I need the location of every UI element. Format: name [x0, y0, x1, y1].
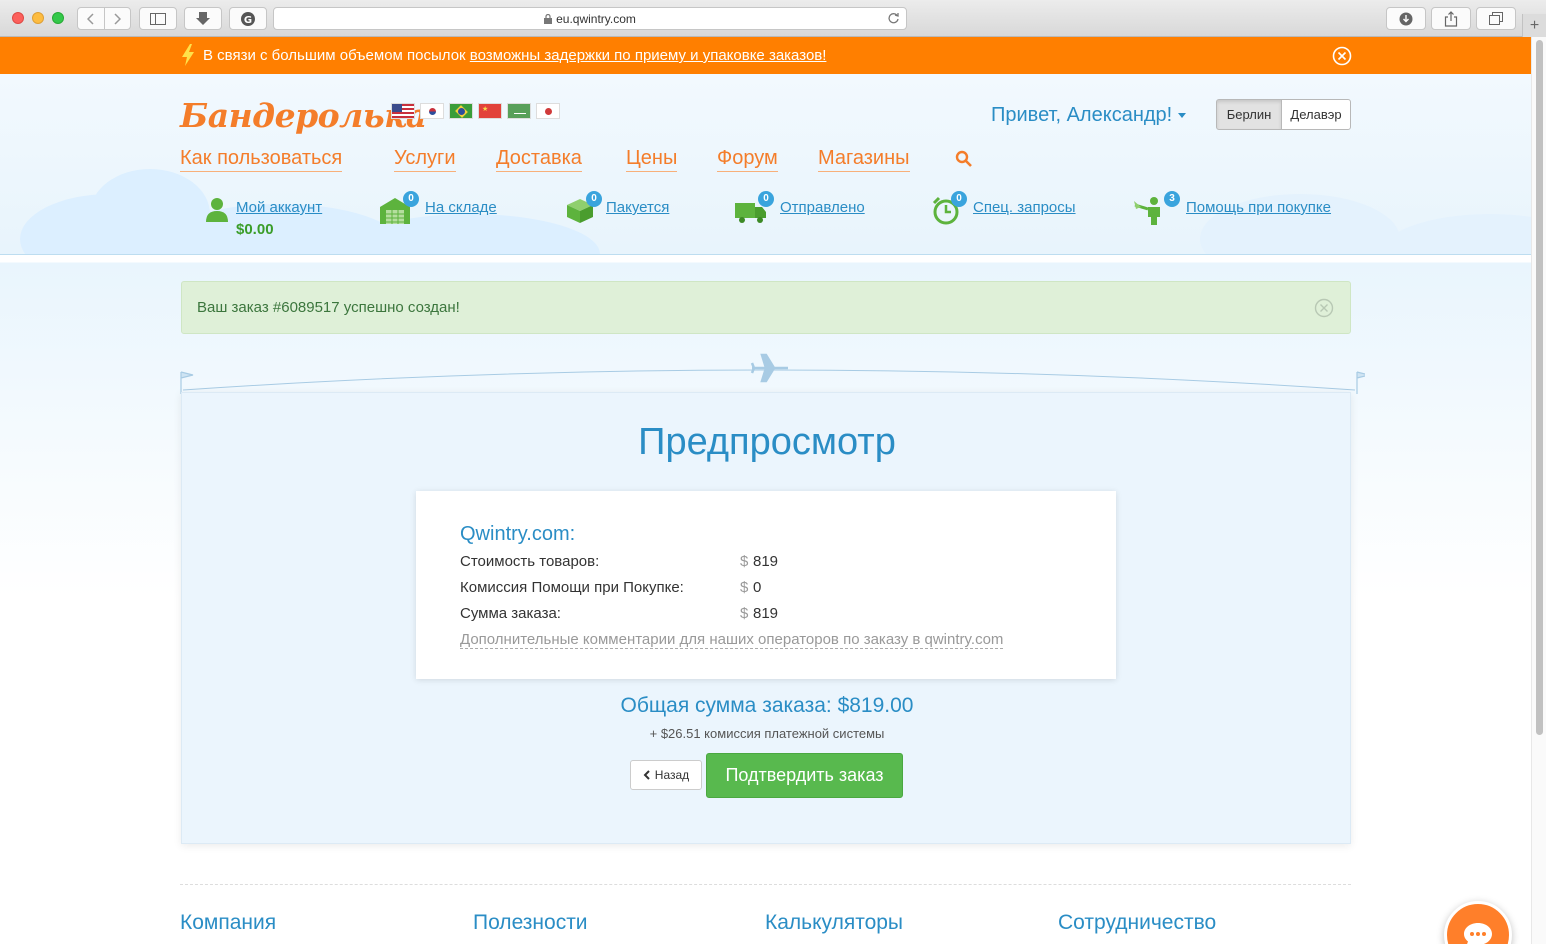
payment-fee: + $26.51 комиссия платежной системы — [649, 726, 885, 741]
site-logo[interactable]: Бандеролька — [180, 96, 427, 135]
download-arrow-icon — [196, 11, 210, 25]
purchase-help-count: 3 — [1164, 191, 1180, 207]
flight-route-decoration — [180, 353, 1365, 394]
account-balance: $0.00 — [236, 221, 274, 238]
download-circle-icon — [1399, 12, 1413, 25]
chat-bubble-icon — [1464, 923, 1492, 944]
success-alert-text: Ваш заказ #6089517 успешно создан! — [197, 299, 460, 316]
plus-icon: + — [1529, 17, 1540, 34]
grammarly-icon: G — [241, 11, 255, 26]
footer-heading-company: Компания — [180, 911, 277, 934]
lock-icon — [544, 13, 553, 24]
account-status-bar: Мой аккаунт $0.00 0 На складе 0 Пакуется… — [0, 191, 1531, 241]
user-menu[interactable]: Привет, Александр! — [991, 104, 1187, 127]
my-account-link[interactable]: Мой аккаунт — [236, 199, 322, 216]
grammarly-extension-button[interactable]: G — [229, 7, 267, 30]
store-name: Qwintry.com: — [460, 523, 576, 545]
back-button[interactable]: Назад — [630, 760, 702, 790]
special-requests-count: 0 — [951, 191, 967, 207]
notice-link[interactable]: возможны задержки по приему и упаковке з… — [470, 47, 827, 64]
close-alert-icon[interactable] — [1314, 298, 1334, 318]
new-tab-button[interactable]: + — [1522, 14, 1546, 38]
svg-text:G: G — [244, 15, 252, 26]
nav-services[interactable]: Услуги — [394, 147, 456, 172]
additional-comments-link[interactable]: Дополнительные комментарии для наших опе… — [460, 631, 1004, 649]
reload-icon — [888, 13, 899, 24]
close-window-button[interactable] — [12, 12, 24, 24]
back-button-label: Назад — [654, 768, 690, 782]
nav-delivery[interactable]: Доставка — [496, 147, 582, 172]
flag-china-icon[interactable]: ★ — [478, 103, 502, 119]
close-notice-icon[interactable] — [1332, 46, 1352, 66]
search-icon[interactable] — [955, 150, 973, 168]
history-nav — [77, 7, 131, 30]
order-total: Общая сумма заказа: $819.00 — [620, 694, 914, 717]
packing-link[interactable]: Пакуется — [606, 199, 669, 216]
in-warehouse-count: 0 — [403, 191, 419, 207]
page-scrollbar[interactable] — [1531, 37, 1546, 944]
flag-brazil-icon[interactable] — [449, 103, 473, 119]
warehouse-berlin-button[interactable]: Берлин — [1216, 99, 1282, 130]
tabs-icon — [1489, 11, 1503, 25]
order-preview-card: Предпросмотр Qwintry.com: Стоимость това… — [181, 392, 1351, 844]
notice-text: В связи с большим объемом посылок возмож… — [203, 47, 827, 64]
shipped-count: 0 — [758, 191, 774, 207]
nav-how-to-use[interactable]: Как пользоваться — [180, 147, 343, 172]
chevron-left-icon — [86, 12, 94, 25]
notice-banner: В связи с большим объемом посылок возмож… — [0, 37, 1531, 74]
share-icon — [1444, 10, 1458, 27]
address-bar[interactable]: eu.qwintry.com — [273, 7, 907, 30]
address-url: eu.qwintry.com — [556, 11, 636, 26]
forward-nav-button[interactable] — [105, 8, 131, 29]
chevron-right-icon — [114, 12, 122, 25]
packing-count: 0 — [586, 191, 602, 207]
flag-usa-icon[interactable] — [391, 103, 415, 119]
flag-korea-icon[interactable] — [420, 103, 444, 119]
flag-saudi-icon[interactable] — [507, 103, 531, 119]
downloads-button[interactable] — [1386, 7, 1426, 30]
sidebar-icon — [150, 12, 166, 25]
preview-title: Предпросмотр — [638, 421, 896, 463]
minimize-window-button[interactable] — [32, 12, 44, 24]
purchase-help-link[interactable]: Помощь при покупке — [1186, 199, 1331, 216]
footer-heading-partnership: Сотрудничество — [1058, 911, 1217, 934]
caret-down-icon — [1178, 113, 1187, 119]
warehouse-delaware-button[interactable]: Делавэр — [1281, 99, 1351, 130]
back-nav-button[interactable] — [78, 8, 104, 29]
in-warehouse-link[interactable]: На складе — [425, 199, 497, 216]
scrollbar-thumb[interactable] — [1536, 40, 1543, 735]
site-header: Бандеролька ★ Привет, Александр! Берлин … — [0, 74, 1531, 255]
browser-toolbar: G eu.qwintry.com + — [0, 0, 1546, 38]
flag-japan-icon[interactable] — [536, 103, 560, 119]
footer-heading-useful: Полезности — [473, 911, 588, 934]
special-requests-link[interactable]: Спец. запросы — [973, 199, 1076, 216]
sidebar-toggle-button[interactable] — [139, 7, 177, 30]
confirm-order-button[interactable]: Подтвердить заказ — [706, 753, 903, 798]
zoom-window-button[interactable] — [52, 12, 64, 24]
language-flags: ★ — [391, 103, 560, 119]
footer-divider — [180, 884, 1351, 885]
footer-heading-calculators: Калькуляторы — [765, 911, 904, 934]
tabs-overview-button[interactable] — [1476, 7, 1516, 30]
lightning-icon — [182, 44, 194, 66]
web-page: В связи с большим объемом посылок возмож… — [0, 37, 1531, 944]
downloads-extension-button[interactable] — [184, 7, 222, 30]
nav-prices[interactable]: Цены — [626, 147, 678, 172]
share-button[interactable] — [1431, 7, 1471, 30]
nav-stores[interactable]: Магазины — [818, 147, 910, 172]
airplane-icon — [750, 353, 788, 383]
shipped-link[interactable]: Отправлено — [780, 199, 865, 216]
chat-button[interactable] — [1444, 901, 1512, 944]
success-alert: Ваш заказ #6089517 успешно создан! — [181, 281, 1351, 334]
chevron-left-icon — [643, 770, 650, 780]
nav-forum[interactable]: Форум — [717, 147, 778, 172]
order-summary-box: Qwintry.com: Стоимость товаров: $ 819 Ко… — [416, 491, 1116, 679]
greeting-text: Привет, Александр! — [991, 104, 1173, 126]
user-icon — [206, 198, 228, 222]
